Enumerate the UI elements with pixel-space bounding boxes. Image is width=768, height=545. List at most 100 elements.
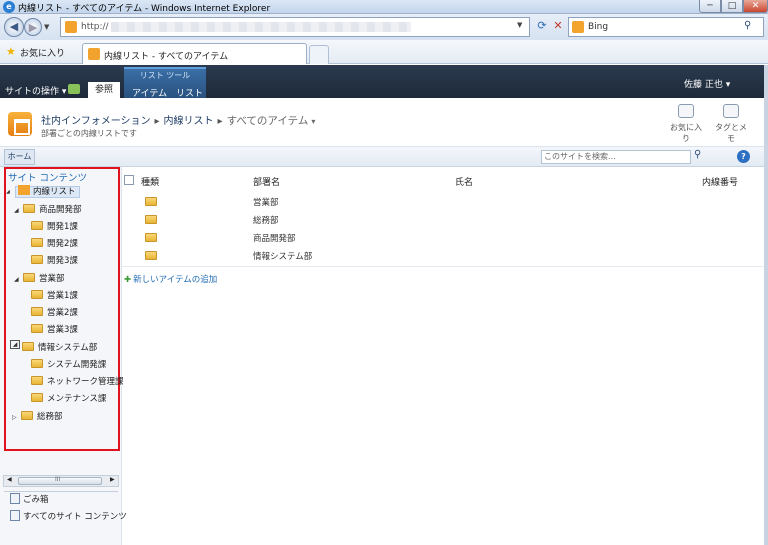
- tree-label: 開発3課: [47, 256, 78, 266]
- site-search-input[interactable]: このサイトを検索...: [541, 150, 691, 164]
- window-title: 内線リスト - すべてのアイテム - Windows Internet Expl…: [18, 4, 271, 14]
- site-logo-icon[interactable]: [8, 112, 32, 136]
- folder-icon: [31, 255, 43, 264]
- folder-icon: [31, 393, 43, 402]
- table-row[interactable]: 営業部: [122, 193, 768, 211]
- tree-subfolder[interactable]: 営業1課: [31, 288, 78, 305]
- tree-label: 営業2課: [47, 308, 78, 318]
- breadcrumb-site[interactable]: 社内インフォメーション: [41, 116, 151, 127]
- tree-item-list[interactable]: ◢ 内線リスト: [6, 184, 80, 201]
- history-dropdown-icon[interactable]: ▼: [44, 23, 49, 31]
- maximize-button[interactable]: □: [721, 0, 743, 13]
- tree-folder[interactable]: ◢ 情報システム部: [10, 340, 97, 357]
- all-site-content-link[interactable]: すべてのサイト コンテンツ: [10, 510, 127, 522]
- new-tab-button[interactable]: [309, 45, 329, 64]
- add-new-item-label: 新しいアイテムの追加: [133, 275, 218, 285]
- favorites-star-icon[interactable]: ★: [6, 45, 16, 58]
- back-button[interactable]: ◀: [4, 17, 24, 37]
- view-dropdown-icon[interactable]: ▾: [311, 117, 315, 126]
- tab-browse[interactable]: 参照: [88, 82, 120, 98]
- department-link[interactable]: 営業部: [253, 196, 279, 208]
- recycle-bin-link[interactable]: ごみ箱: [10, 493, 49, 505]
- favorites-button[interactable]: お気に入り: [20, 46, 65, 59]
- tree-subfolder[interactable]: 開発1課: [31, 219, 78, 236]
- scroll-left-icon[interactable]: ◀: [7, 476, 12, 483]
- collapse-arrow-icon[interactable]: ◢: [14, 202, 23, 219]
- address-bar[interactable]: http:// ▼: [60, 17, 530, 37]
- breadcrumb-separator-icon: ▸: [154, 116, 160, 127]
- tree-label: 営業部: [39, 274, 65, 284]
- stop-icon[interactable]: ✕: [550, 18, 566, 34]
- window-edge: [764, 65, 768, 545]
- site-search-icon[interactable]: ⚲: [694, 149, 701, 160]
- department-link[interactable]: 情報システム部: [253, 250, 312, 262]
- recycle-bin-icon: [10, 493, 20, 504]
- expand-arrow-icon[interactable]: ◢: [6, 184, 15, 201]
- collapse-arrow-icon[interactable]: ◢: [14, 271, 23, 288]
- forward-button[interactable]: ▶: [24, 18, 42, 36]
- quick-launch: サイト コンテンツ ◢ 内線リスト ◢ 商品開発部 開発1課 開発2課 開発3課 ◢…: [0, 167, 127, 545]
- tree-subfolder[interactable]: メンテナンス課: [31, 391, 106, 408]
- user-menu[interactable]: 佐藤 正也 ▾: [684, 77, 730, 90]
- list-icon: [18, 185, 30, 195]
- site-content-heading[interactable]: サイト コンテンツ: [8, 170, 87, 184]
- i-like-it-button[interactable]: お気に入り: [668, 104, 704, 144]
- tree-subfolder[interactable]: 開発2課: [31, 236, 78, 253]
- column-header-name[interactable]: 氏名: [455, 175, 473, 188]
- scroll-right-icon[interactable]: ▶: [110, 476, 115, 483]
- address-dropdown-icon[interactable]: ▼: [517, 21, 522, 29]
- column-header-type[interactable]: 種類: [141, 175, 159, 188]
- tags-notes-button[interactable]: タグとメモ: [713, 104, 749, 144]
- add-icon: ✚: [124, 275, 132, 285]
- tree-folder[interactable]: ▷ 総務部: [12, 409, 63, 426]
- horizontal-scrollbar[interactable]: ◀ III ▶: [3, 475, 119, 487]
- recycle-bin-label: ごみ箱: [23, 495, 49, 505]
- department-link[interactable]: 商品開発部: [253, 232, 296, 244]
- refresh-icon[interactable]: ⟳: [534, 18, 550, 34]
- divider: [4, 491, 118, 492]
- tree-subfolder[interactable]: ネットワーク管理課: [31, 374, 124, 391]
- breadcrumb-view[interactable]: すべてのアイテム: [227, 115, 309, 127]
- window-title-bar: e 内線リスト - すべてのアイテム - Windows Internet Ex…: [0, 0, 768, 14]
- help-icon[interactable]: ?: [737, 150, 750, 163]
- scroll-thumb[interactable]: III: [18, 476, 102, 485]
- breadcrumb-list[interactable]: 内線リスト: [164, 116, 214, 127]
- address-toolbar: ◀ ▶ ▼ http:// ▼ ⟳ ✕ Bing ⚲: [0, 14, 768, 40]
- tags-notes-icon: [723, 104, 739, 118]
- select-all-checkbox[interactable]: [124, 175, 134, 185]
- tree-subfolder[interactable]: 営業3課: [31, 322, 78, 339]
- breadcrumb: 社内インフォメーション ▸ 内線リスト ▸ すべてのアイテム ▾: [41, 112, 315, 128]
- column-header-extension[interactable]: 内線番号: [702, 175, 738, 188]
- tree-folder[interactable]: ◢ 商品開発部: [14, 202, 82, 219]
- top-navigation: ホーム このサイトを検索... ⚲ ?: [0, 147, 768, 167]
- tree-label: 内線リスト: [33, 187, 76, 197]
- tree-subfolder[interactable]: 営業2課: [31, 305, 78, 322]
- browser-tab-active[interactable]: 内線リスト - すべてのアイテム: [82, 43, 307, 64]
- tree-subfolder[interactable]: システム開発課: [31, 357, 106, 374]
- expand-arrow-icon[interactable]: ▷: [12, 409, 21, 426]
- list-tools-group: リスト ツール アイテム リスト: [124, 67, 206, 99]
- tree-subfolder[interactable]: 開発3課: [31, 253, 78, 270]
- site-actions-menu[interactable]: サイトの操作 ▾: [5, 84, 66, 97]
- tree-folder[interactable]: ◢ 営業部: [14, 271, 65, 288]
- add-new-item-link[interactable]: ✚ 新しいアイテムの追加: [124, 273, 217, 285]
- nav-home[interactable]: ホーム: [4, 149, 35, 165]
- list-view: 種類 部署名 氏名 内線番号 営業部 総務部 商品開発部 情報システム部 ✚ 新し…: [122, 167, 768, 545]
- minimize-button[interactable]: ─: [699, 0, 721, 13]
- table-row[interactable]: 総務部: [122, 211, 768, 229]
- close-button[interactable]: ✕: [743, 0, 768, 13]
- search-icon[interactable]: ⚲: [744, 20, 751, 31]
- tree-label: 情報システム部: [38, 343, 98, 353]
- edit-page-icon[interactable]: [68, 84, 80, 94]
- column-header-department[interactable]: 部署名: [253, 175, 280, 188]
- table-row[interactable]: 商品開発部: [122, 229, 768, 247]
- tree-label: 総務部: [37, 412, 63, 422]
- tree-label: 開発1課: [47, 222, 78, 232]
- collapse-arrow-icon[interactable]: ◢: [10, 340, 20, 349]
- folder-icon: [22, 342, 34, 351]
- list-header: 種類 部署名 氏名 内線番号: [122, 175, 768, 189]
- tree-label: メンテナンス課: [47, 394, 107, 404]
- table-row[interactable]: 情報システム部: [122, 247, 768, 265]
- department-link[interactable]: 総務部: [253, 214, 279, 226]
- search-box[interactable]: Bing ⚲: [568, 17, 764, 37]
